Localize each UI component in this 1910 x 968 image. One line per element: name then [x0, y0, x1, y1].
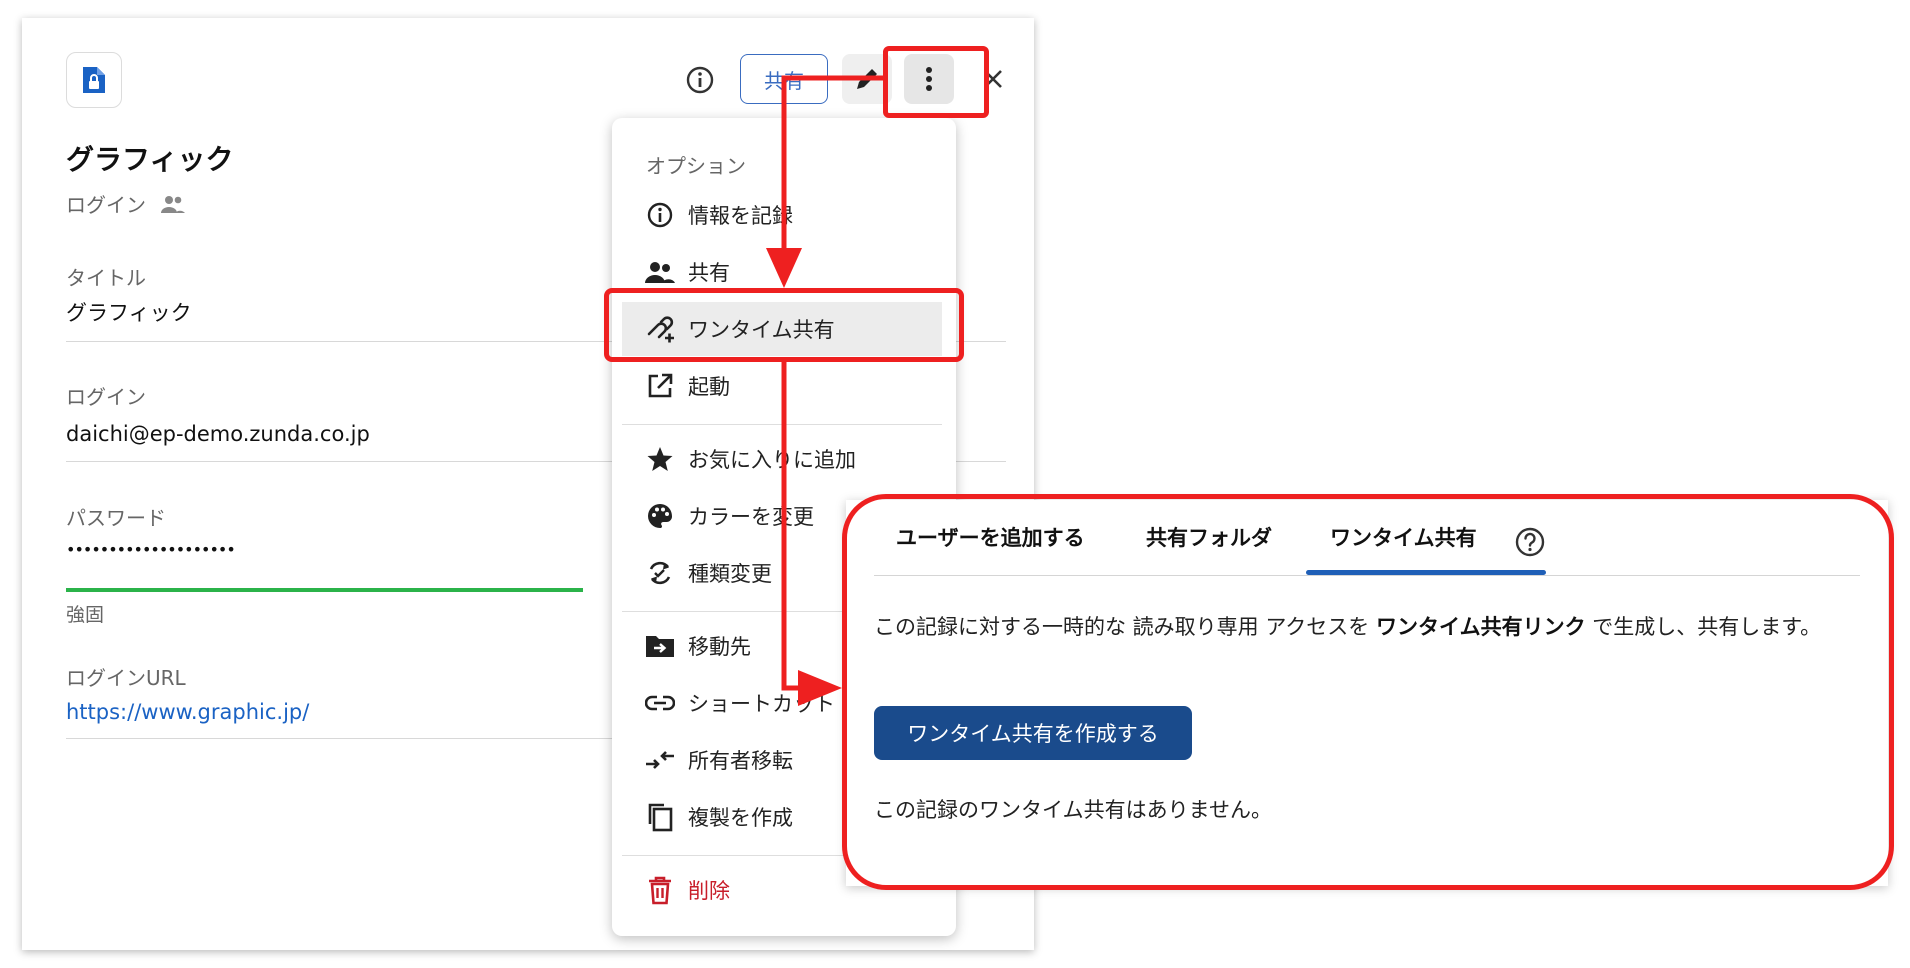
arrowhead-down: [766, 248, 802, 288]
arrowhead-right: [798, 670, 842, 706]
annotation-arrows: [766, 75, 883, 706]
annotation-arrow-to-panel: [781, 362, 800, 691]
annotation-arrow-to-menu-item: [781, 75, 883, 252]
